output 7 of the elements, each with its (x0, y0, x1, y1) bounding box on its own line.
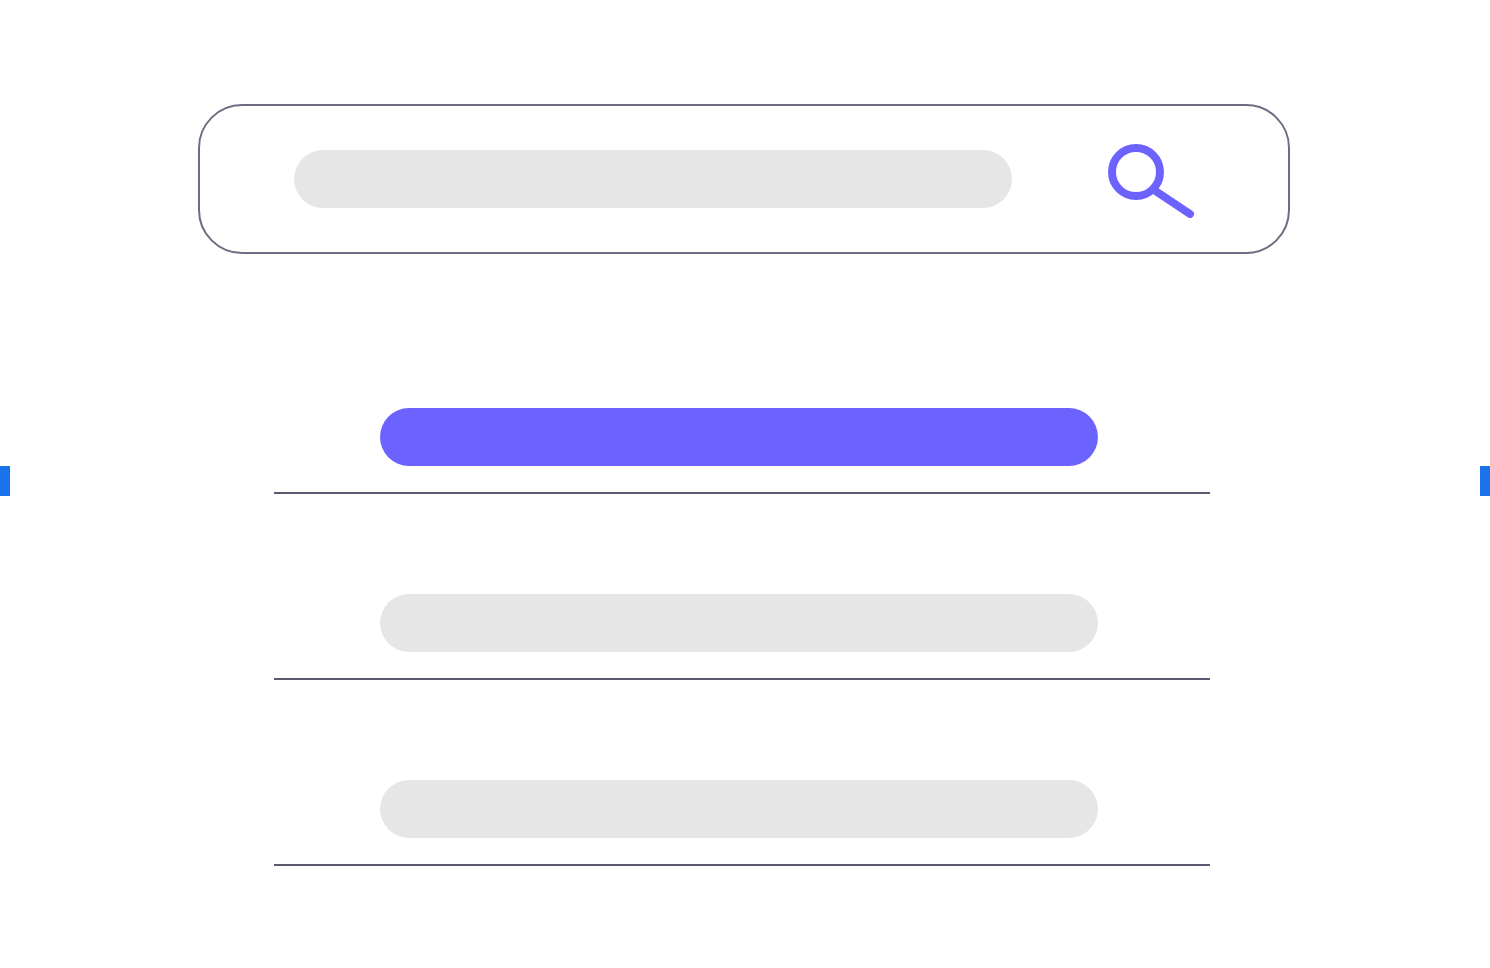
result-bar[interactable] (380, 594, 1098, 652)
search-icon[interactable] (1104, 141, 1196, 217)
edge-marker (1480, 466, 1490, 496)
search-field[interactable] (198, 104, 1290, 254)
result-bar[interactable] (380, 780, 1098, 838)
edge-marker (0, 466, 10, 496)
result-bar[interactable] (380, 408, 1098, 466)
